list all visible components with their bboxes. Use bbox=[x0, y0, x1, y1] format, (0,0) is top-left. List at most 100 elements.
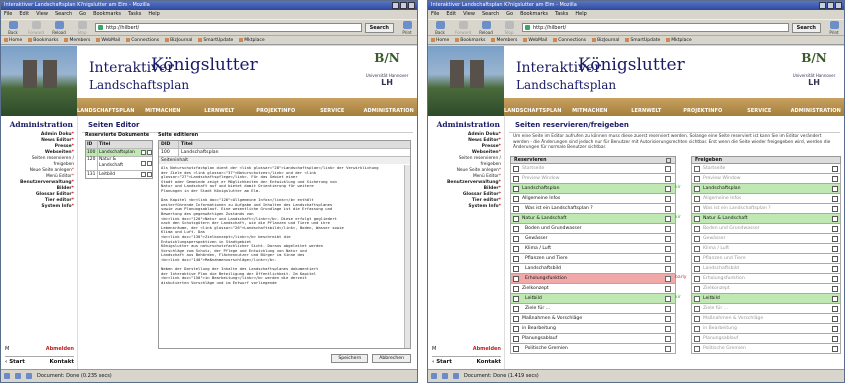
reserve-row[interactable]: Pflanzen und Tiere bbox=[510, 254, 676, 264]
bookmark-link[interactable]: Members bbox=[64, 36, 90, 44]
release-checkbox[interactable] bbox=[694, 345, 700, 352]
release-checkbox[interactable] bbox=[694, 195, 700, 202]
menu-item[interactable]: Edit bbox=[19, 10, 29, 19]
release-checkbox[interactable] bbox=[694, 295, 700, 302]
stop-button[interactable]: Stop bbox=[499, 20, 519, 35]
reserve-checkbox[interactable] bbox=[665, 235, 671, 242]
release-row[interactable]: Klima / Luft bbox=[691, 244, 841, 254]
menu-item[interactable]: Go bbox=[506, 10, 513, 19]
site-tab[interactable]: PROJEKTINFO bbox=[675, 108, 731, 116]
release-checkbox[interactable] bbox=[694, 215, 700, 222]
release-row[interactable]: Planungsablauf bbox=[691, 334, 841, 344]
bookmark-link[interactable]: Mktplace bbox=[666, 36, 691, 44]
release-row[interactable]: Was ist ein Landschaftsplan ? bbox=[691, 204, 841, 214]
edit-icon[interactable] bbox=[140, 161, 146, 166]
bookmark-link[interactable]: Members bbox=[491, 36, 517, 44]
release-checkbox[interactable] bbox=[694, 205, 700, 212]
bookmark-link[interactable]: Home bbox=[4, 36, 22, 44]
stop-button[interactable]: Stop bbox=[72, 20, 92, 35]
reserve-row[interactable]: in Bearbeitung bbox=[510, 324, 676, 334]
reserve-checkbox[interactable] bbox=[665, 295, 671, 302]
bookmark-link[interactable]: BizJournal bbox=[165, 36, 192, 44]
bookmark-link[interactable]: Home bbox=[431, 36, 449, 44]
release-row[interactable]: Boden und Grundwasser bbox=[691, 224, 841, 234]
release-row[interactable]: in Bearbeitung bbox=[691, 324, 841, 334]
release-checkbox[interactable] bbox=[694, 175, 700, 182]
reserve-row[interactable]: Ziele für ... bbox=[510, 304, 676, 314]
bookmark-link[interactable]: BizJournal bbox=[592, 36, 619, 44]
forward-button[interactable]: Forward bbox=[26, 20, 46, 35]
maximize-button[interactable] bbox=[400, 2, 407, 9]
menu-item[interactable]: View bbox=[463, 10, 475, 19]
release-checkbox[interactable] bbox=[694, 165, 700, 172]
reserve-checkbox[interactable] bbox=[665, 265, 671, 272]
menu-item[interactable]: Help bbox=[575, 10, 586, 19]
menu-item[interactable]: Go bbox=[79, 10, 86, 19]
release-checkbox[interactable] bbox=[694, 275, 700, 282]
window-titlebar[interactable]: Interaktiver Landschaftsplan K?nigslutte… bbox=[428, 1, 844, 10]
bookmark-link[interactable]: Bookmarks bbox=[28, 36, 58, 44]
start-link[interactable]: ‹ Start bbox=[5, 359, 25, 365]
release-checkbox[interactable] bbox=[694, 315, 700, 322]
bookmark-link[interactable]: Connections bbox=[126, 36, 159, 44]
release-checkbox[interactable] bbox=[694, 335, 700, 342]
reserve-checkbox[interactable] bbox=[665, 275, 671, 282]
bookmark-link[interactable]: Mktplace bbox=[239, 36, 264, 44]
reserve-row[interactable]: Was ist ein Landschaftsplan ? bbox=[510, 204, 676, 214]
start-link[interactable]: ‹ Start bbox=[432, 359, 452, 365]
release-row[interactable]: Zielkonzept bbox=[691, 284, 841, 294]
bookmark-link[interactable]: WebMail bbox=[523, 36, 547, 44]
kontakt-link[interactable]: Kontakt bbox=[477, 359, 502, 365]
reserve-row[interactable]: Boden und Grundwasser bbox=[510, 224, 676, 234]
release-row[interactable]: Landschaftsplan bbox=[691, 184, 841, 194]
close-button[interactable] bbox=[835, 2, 842, 9]
reserve-checkbox[interactable] bbox=[665, 195, 671, 202]
menu-item[interactable]: Bookmarks bbox=[520, 10, 548, 19]
print-button[interactable]: Print bbox=[824, 20, 844, 35]
release-row[interactable]: Landschaftsbild bbox=[691, 264, 841, 274]
menu-item[interactable]: View bbox=[36, 10, 48, 19]
bookmark-link[interactable]: Connections bbox=[553, 36, 586, 44]
release-icon[interactable] bbox=[146, 150, 152, 155]
release-row[interactable]: Gewässer bbox=[691, 234, 841, 244]
reserve-checkbox[interactable] bbox=[665, 225, 671, 232]
reserve-row[interactable]: Preview Window bbox=[510, 174, 676, 184]
release-checkbox[interactable] bbox=[694, 325, 700, 332]
print-button[interactable]: Print bbox=[397, 20, 417, 35]
release-checkbox[interactable] bbox=[694, 285, 700, 292]
reserve-row[interactable]: Klima / Luft bbox=[510, 244, 676, 254]
textarea-scrollbar[interactable] bbox=[404, 165, 410, 348]
window-titlebar[interactable]: Interaktiver Landschaftsplan K?nigslutte… bbox=[1, 1, 417, 10]
reserve-row[interactable]: Landschaftsplan bbox=[510, 184, 676, 194]
site-tab[interactable]: LERNWELT bbox=[618, 108, 674, 116]
cancel-button[interactable]: Abbrechen bbox=[372, 354, 411, 363]
logout-link[interactable]: Abmelden bbox=[46, 346, 74, 352]
site-tab[interactable]: LANDSCHAFTSPLAN bbox=[504, 108, 562, 116]
release-row[interactable]: Allgemeine Infos bbox=[691, 194, 841, 204]
reload-button[interactable]: Reload bbox=[476, 20, 496, 35]
menu-item[interactable]: File bbox=[4, 10, 12, 19]
site-tab[interactable]: LANDSCHAFTSPLAN bbox=[77, 108, 135, 116]
url-input[interactable]: http://hilbert/ bbox=[95, 23, 362, 32]
menu-item[interactable]: File bbox=[431, 10, 439, 19]
back-button[interactable]: Back bbox=[3, 20, 23, 35]
release-row[interactable]: Preview Window bbox=[691, 174, 841, 184]
reserve-row[interactable]: Leitbild bbox=[510, 294, 676, 304]
menu-item[interactable]: Help bbox=[148, 10, 159, 19]
edit-icon[interactable] bbox=[140, 172, 146, 177]
sidebar-item[interactable]: System Info* bbox=[1, 204, 77, 210]
menu-item[interactable]: Search bbox=[55, 10, 72, 19]
close-button[interactable] bbox=[408, 2, 415, 9]
edit-icon[interactable] bbox=[140, 150, 146, 155]
reserve-checkbox[interactable] bbox=[665, 255, 671, 262]
release-row[interactable]: Ziele für ... bbox=[691, 304, 841, 314]
release-checkbox[interactable] bbox=[694, 245, 700, 252]
search-button[interactable]: Search bbox=[364, 22, 394, 33]
bookmark-link[interactable]: SmartUpdate bbox=[198, 36, 233, 44]
site-tab[interactable]: SERVICE bbox=[731, 108, 787, 116]
site-tab[interactable]: ADMINISTRATION bbox=[361, 108, 417, 116]
reserve-row[interactable]: Zielkonzept bbox=[510, 284, 676, 294]
content-textarea[interactable]: Als Naturschutzfachplan dient der <link … bbox=[159, 165, 404, 348]
menu-item[interactable]: Bookmarks bbox=[93, 10, 121, 19]
release-icon[interactable] bbox=[146, 172, 152, 177]
